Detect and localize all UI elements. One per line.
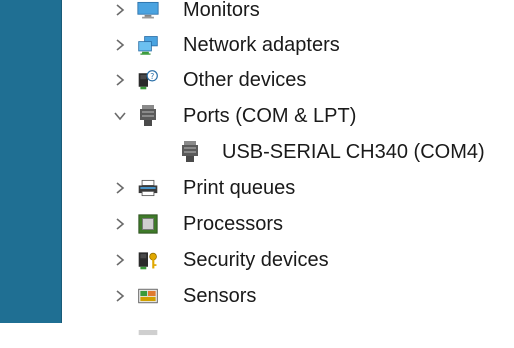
tree-item-sensors[interactable]: Sensors (61, 278, 514, 314)
tree-item-next-partial (61, 312, 514, 348)
chevron-right-icon[interactable] (113, 289, 127, 303)
chevron-right-icon[interactable] (113, 38, 127, 52)
tree-item-label: Print queues (183, 177, 296, 199)
svg-text:?: ? (150, 72, 154, 81)
tree-item-label: Other devices (183, 69, 307, 91)
tree-item-label: Ports (COM & LPT) (183, 105, 357, 127)
port-icon (137, 105, 159, 127)
tree-item-label: Network adapters (183, 34, 340, 56)
chevron-right-icon[interactable] (113, 181, 127, 195)
other-devices-icon: ? (137, 69, 159, 91)
tree-item-ports[interactable]: Ports (COM & LPT) (61, 98, 514, 134)
chevron-right-icon[interactable] (113, 217, 127, 231)
tree-item-label: USB-SERIAL CH340 (COM4) (222, 141, 485, 163)
device-tree: Monitors Network adapters ? Other device… (61, 0, 514, 336)
chevron-right-icon[interactable] (113, 253, 127, 267)
chevron-down-icon[interactable] (113, 109, 127, 123)
tree-item-processors[interactable]: Processors (61, 206, 514, 242)
tree-item-label: Monitors (183, 0, 260, 21)
monitor-icon (137, 0, 159, 21)
tree-item-label: Processors (183, 213, 284, 235)
tree-item-print-queues[interactable]: Print queues (61, 170, 514, 206)
security-device-icon (137, 249, 159, 271)
tree-item-network-adapters[interactable]: Network adapters (61, 27, 514, 63)
printer-icon (137, 177, 159, 199)
tree-item-other-devices[interactable]: ? Other devices (61, 62, 514, 98)
port-icon (179, 141, 201, 163)
tree-item-label: Sensors (183, 285, 257, 307)
device-icon (137, 319, 159, 341)
left-panel-strip (0, 0, 62, 323)
sensor-icon (137, 285, 159, 307)
chevron-right-icon[interactable] (113, 3, 127, 17)
tree-item-label: Security devices (183, 249, 329, 271)
network-adapter-icon (137, 34, 159, 56)
tree-item-usb-serial-ch340[interactable]: USB-SERIAL CH340 (COM4) (61, 134, 514, 170)
processor-icon (137, 213, 159, 235)
tree-item-security-devices[interactable]: Security devices (61, 242, 514, 278)
tree-item-monitors[interactable]: Monitors (61, 0, 514, 28)
chevron-right-icon[interactable] (113, 73, 127, 87)
